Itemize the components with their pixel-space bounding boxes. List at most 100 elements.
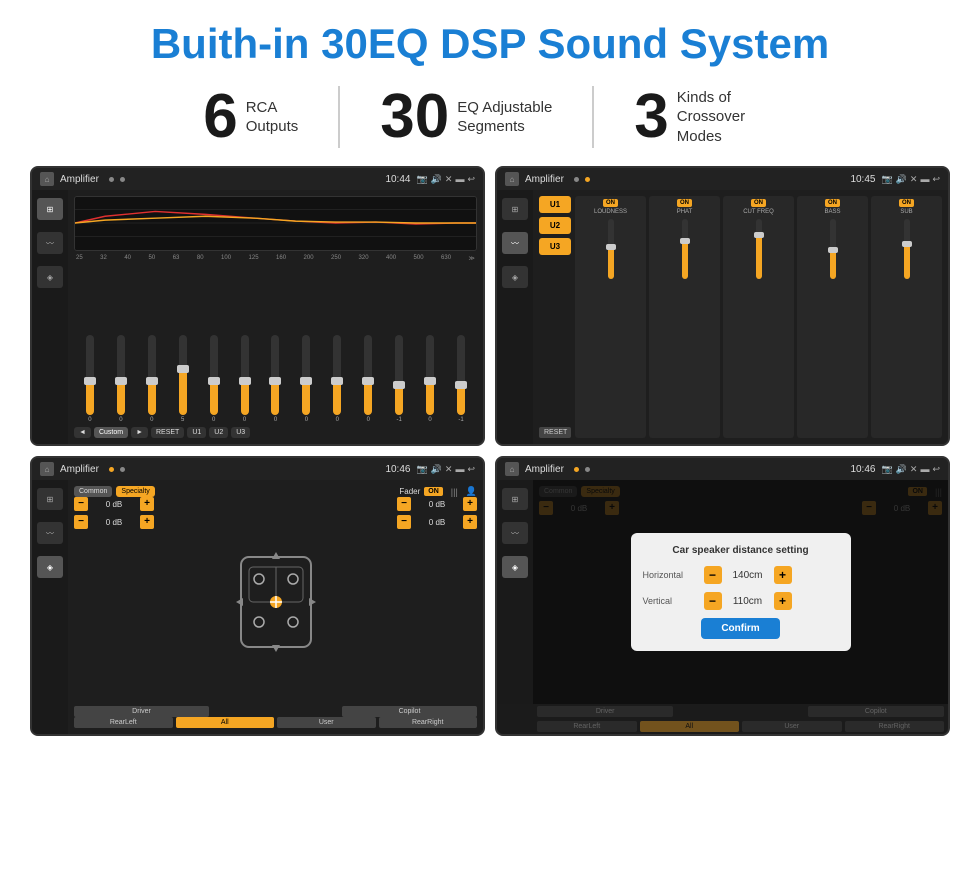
bass-on[interactable]: ON xyxy=(825,199,840,207)
fader-tuner-btn[interactable]: ⊞ xyxy=(37,488,63,510)
eq-u3-btn[interactable]: U3 xyxy=(231,427,250,438)
driver-btn[interactable]: Driver xyxy=(74,706,209,717)
eq-slider-2[interactable]: 0 xyxy=(138,335,166,423)
vertical-plus-btn[interactable]: + xyxy=(774,592,792,610)
crossover-reset-btn[interactable]: RESET xyxy=(539,427,571,438)
vertical-value: 110cm xyxy=(728,596,768,607)
status-icons-fader: 📷 🔊 ✕ ▬ ↩ xyxy=(416,464,475,475)
status-dot-1 xyxy=(109,177,114,182)
eq-slider-5[interactable]: 0 xyxy=(231,335,259,423)
db-plus-0[interactable]: + xyxy=(140,497,154,511)
dialog-tuner-btn[interactable]: ⊞ xyxy=(502,488,528,510)
eq-slider-4[interactable]: 0 xyxy=(200,335,228,423)
u2-btn[interactable]: U2 xyxy=(539,217,571,234)
status-icons-crossover: 📷 🔊 ✕ ▬ ↩ xyxy=(881,174,940,185)
tab-common[interactable]: Common xyxy=(74,486,112,497)
battery-icon: ▬ xyxy=(455,174,464,184)
eq-u1-btn[interactable]: U1 xyxy=(187,427,206,438)
eq-slider-9[interactable]: 0 xyxy=(354,335,382,423)
cutfreq-slider[interactable] xyxy=(756,219,762,279)
eq-u2-btn[interactable]: U2 xyxy=(209,427,228,438)
eq-slider-3[interactable]: 5 xyxy=(169,335,197,423)
db-row-2: − 0 dB + xyxy=(397,497,477,511)
fader-tab-row: Common Specialty Fader ON ||| 👤 xyxy=(74,486,477,497)
eq-tuner-btn[interactable]: ⊞ xyxy=(37,198,63,220)
eq-slider-0[interactable]: 0 xyxy=(76,335,104,423)
eq-slider-12[interactable]: -1 xyxy=(447,335,475,423)
eq-slider-6[interactable]: 0 xyxy=(262,335,290,423)
home-icon[interactable]: ⌂ xyxy=(40,172,54,186)
vertical-minus-btn[interactable]: − xyxy=(704,592,722,610)
db-plus-1[interactable]: + xyxy=(140,515,154,529)
eq-slider-10[interactable]: -1 xyxy=(385,335,413,423)
copilot-btn[interactable]: Copilot xyxy=(342,706,477,717)
dialog-sidebar: ⊞ 〰 ◈ xyxy=(497,480,533,704)
crossover-speaker-btn[interactable]: ◈ xyxy=(502,266,528,288)
home-icon-2[interactable]: ⌂ xyxy=(505,172,519,186)
db-minus-0[interactable]: − xyxy=(74,497,88,511)
eq-slider-11[interactable]: 0 xyxy=(416,335,444,423)
eq-preset-label[interactable]: Custom xyxy=(94,427,128,438)
eq-next-btn[interactable]: ► xyxy=(131,427,148,438)
confirm-button[interactable]: Confirm xyxy=(701,618,779,639)
all-btn[interactable]: All xyxy=(176,717,275,728)
fader-wave-btn[interactable]: 〰 xyxy=(37,522,63,544)
loudness-slider[interactable] xyxy=(608,219,614,279)
db-minus-2[interactable]: − xyxy=(397,497,411,511)
loudness-label: LOUDNESS xyxy=(594,209,627,215)
sub-on[interactable]: ON xyxy=(899,199,914,207)
eq-prev-btn[interactable]: ◄ xyxy=(74,427,91,438)
bass-slider[interactable] xyxy=(830,219,836,279)
eq-speaker-btn[interactable]: ◈ xyxy=(37,266,63,288)
back-icon-3[interactable]: ↩ xyxy=(467,464,475,475)
u1-btn[interactable]: U1 xyxy=(539,196,571,213)
dialog-overlay: Car speaker distance setting Horizontal … xyxy=(533,480,948,704)
phat-on[interactable]: ON xyxy=(677,199,692,207)
cutfreq-on[interactable]: ON xyxy=(751,199,766,207)
tab-specialty[interactable]: Specialty xyxy=(116,486,154,497)
fader-content: ⊞ 〰 ◈ Common Specialty Fader ON ||| 👤 xyxy=(32,480,483,734)
crossover-wave-btn[interactable]: 〰 xyxy=(502,232,528,254)
stat-number-rca: 6 xyxy=(203,86,237,148)
dialog-speaker-btn[interactable]: ◈ xyxy=(502,556,528,578)
back-icon-4[interactable]: ↩ xyxy=(932,464,940,475)
eq-slider-8[interactable]: 0 xyxy=(323,335,351,423)
horizontal-plus-btn[interactable]: + xyxy=(774,566,792,584)
eq-wave-btn[interactable]: 〰 xyxy=(37,232,63,254)
dialog-wave-btn[interactable]: 〰 xyxy=(502,522,528,544)
rear-right-btn[interactable]: RearRight xyxy=(379,717,478,728)
eq-reset-btn[interactable]: RESET xyxy=(151,427,184,438)
home-icon-3[interactable]: ⌂ xyxy=(40,462,54,476)
loudness-on[interactable]: ON xyxy=(603,199,618,207)
close-icon-4: ✕ xyxy=(910,464,918,475)
back-icon-2[interactable]: ↩ xyxy=(932,174,940,185)
rear-left-btn[interactable]: RearLeft xyxy=(74,717,173,728)
fader-on-toggle[interactable]: ON xyxy=(424,487,443,496)
u3-btn[interactable]: U3 xyxy=(539,238,571,255)
horizontal-minus-btn[interactable]: − xyxy=(704,566,722,584)
stat-text-eq: EQ Adjustable Segments xyxy=(457,98,552,137)
eq-slider-7[interactable]: 0 xyxy=(292,335,320,423)
home-icon-4[interactable]: ⌂ xyxy=(505,462,519,476)
fader-speaker-btn[interactable]: ◈ xyxy=(37,556,63,578)
db-plus-3[interactable]: + xyxy=(463,515,477,529)
status-dot-d1 xyxy=(574,467,579,472)
stats-row: 6 RCA Outputs 30 EQ Adjustable Segments … xyxy=(30,86,950,148)
screen-eq: ⌂ Amplifier 10:44 📷 🔊 ✕ ▬ ↩ ⊞ 〰 ◈ xyxy=(30,166,485,446)
crossover-tuner-btn[interactable]: ⊞ xyxy=(502,198,528,220)
fader-left-controls: − 0 dB + − 0 dB + xyxy=(74,497,154,706)
sub-slider[interactable] xyxy=(904,219,910,279)
phat-slider[interactable] xyxy=(682,219,688,279)
db-minus-3[interactable]: − xyxy=(397,515,411,529)
db-plus-2[interactable]: + xyxy=(463,497,477,511)
db-minus-1[interactable]: − xyxy=(74,515,88,529)
screen-dialog: ⌂ Amplifier 10:46 📷 🔊 ✕ ▬ ↩ ⊞ 〰 ◈ xyxy=(495,456,950,736)
eq-sidebar: ⊞ 〰 ◈ xyxy=(32,190,68,444)
screen-fader-title: Amplifier xyxy=(60,464,99,475)
fader-main: Common Specialty Fader ON ||| 👤 − 0 dB xyxy=(68,480,483,734)
back-icon[interactable]: ↩ xyxy=(467,174,475,185)
fader-label: Fader xyxy=(399,487,420,496)
user-btn[interactable]: User xyxy=(277,717,376,728)
eq-slider-1[interactable]: 0 xyxy=(107,335,135,423)
fader-sidebar: ⊞ 〰 ◈ xyxy=(32,480,68,734)
